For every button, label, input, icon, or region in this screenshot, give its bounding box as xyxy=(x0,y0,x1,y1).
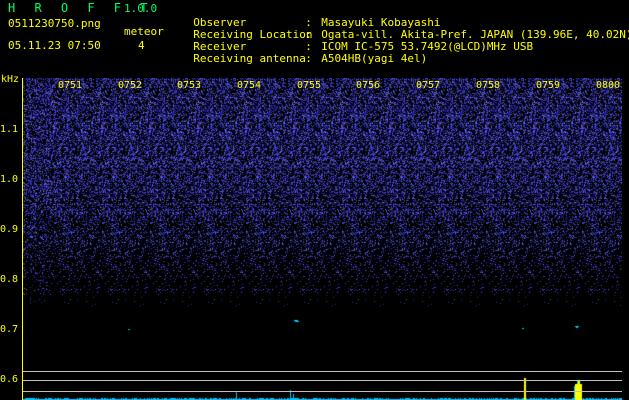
file-name: 0511230750.png xyxy=(8,17,101,30)
axis-unit: kHz xyxy=(1,74,20,85)
y-tick-label: 1.1 xyxy=(0,124,19,135)
time-tick-label: 0755 xyxy=(297,80,322,91)
time-tick-label: 0759 xyxy=(536,80,561,91)
meteor-label: meteor xyxy=(124,25,164,38)
date-time: 05.11.23 07:50 xyxy=(8,39,101,52)
info-key: Receiving antenna xyxy=(193,52,306,65)
time-tick-label: 0800 xyxy=(596,80,621,91)
baseline-line xyxy=(22,371,622,372)
amplitude-trace xyxy=(22,370,622,400)
y-tick-label: 0.6 xyxy=(0,374,19,385)
time-tick-label: 0754 xyxy=(237,80,262,91)
info-value: A504HB(yagi 4el) xyxy=(321,52,428,65)
y-tick-label: 0.7 xyxy=(0,324,19,335)
y-tick-label: 1.0 xyxy=(0,174,19,185)
time-tick-label: 0753 xyxy=(177,80,202,91)
info-sep: : xyxy=(305,52,312,65)
y-tick-label: 0.9 xyxy=(0,224,19,235)
spectrogram xyxy=(22,78,622,370)
baseline-line xyxy=(22,380,622,381)
info-antenna: Receiving antenna: A504HB(yagi 4el) xyxy=(180,41,427,65)
app-version: 1.0.0 xyxy=(124,2,158,15)
time-tick-label: 0752 xyxy=(118,80,143,91)
y-tick-label: 0.8 xyxy=(0,274,19,285)
time-tick-label: 0756 xyxy=(356,80,381,91)
time-tick-label: 0758 xyxy=(476,80,501,91)
baseline-line xyxy=(22,391,622,392)
time-tick-label: 0751 xyxy=(58,80,83,91)
meteor-count: 4 xyxy=(138,39,145,52)
frequency-axis-line xyxy=(22,78,23,400)
time-tick-label: 0757 xyxy=(416,80,441,91)
